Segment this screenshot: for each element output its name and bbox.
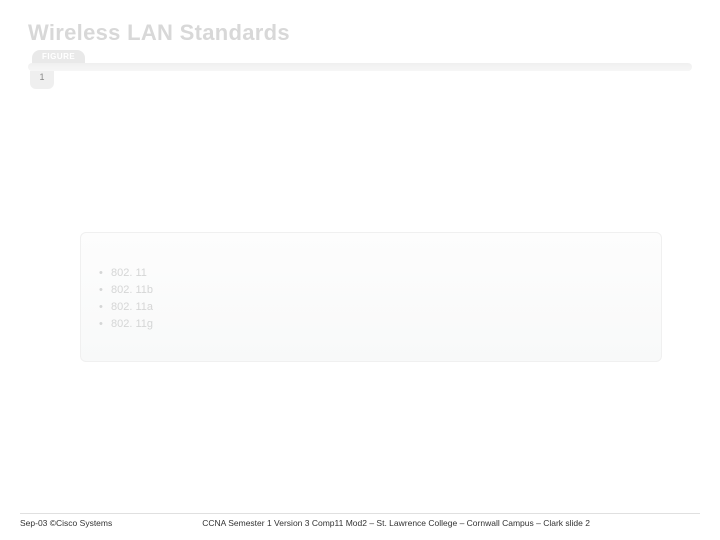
content-panel: 802. 11 802. 11b 802. 11a 802. 11g [80,232,662,362]
figure-bar [28,63,692,71]
list-item: 802. 11g [99,316,643,333]
footer-course-info: CCNA Semester 1 Version 3 Comp11 Mod2 – … [112,518,700,528]
footer-text: Sep-03 ©Cisco Systems CCNA Semester 1 Ve… [20,518,700,528]
list-item: 802. 11 [99,265,643,282]
slide: Wireless LAN Standards FIGURE 1 802. 11 … [0,0,720,540]
page-title: Wireless LAN Standards [28,20,692,46]
standards-list: 802. 11 802. 11b 802. 11a 802. 11g [99,265,643,333]
footer: Sep-03 ©Cisco Systems CCNA Semester 1 Ve… [0,513,720,528]
list-item: 802. 11b [99,282,643,299]
figure-tab-label: FIGURE [32,50,85,63]
footer-divider [20,513,700,514]
page-number-tab: 1 [30,71,54,89]
list-item: 802. 11a [99,299,643,316]
footer-copyright: Sep-03 ©Cisco Systems [20,518,112,528]
